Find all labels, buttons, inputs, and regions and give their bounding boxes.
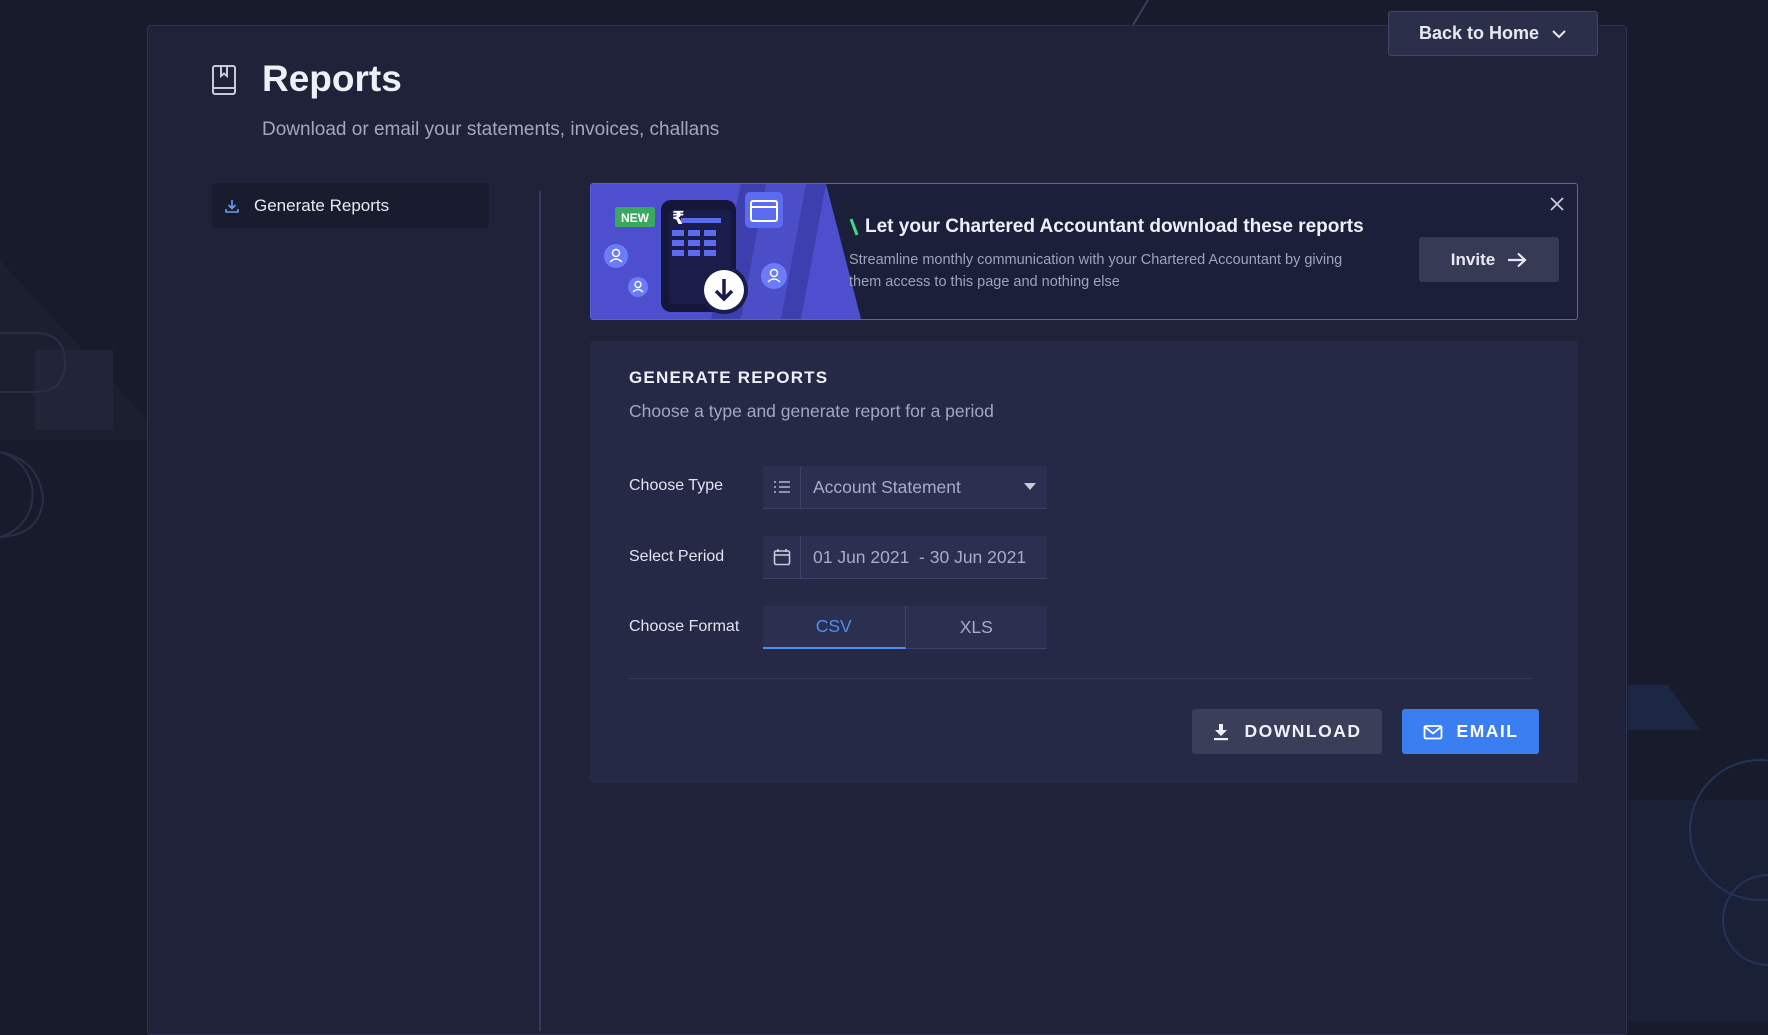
section-title: GENERATE REPORTS	[629, 368, 829, 387]
report-type-select[interactable]: Account Statement	[763, 466, 1047, 509]
choose-format-label: Choose Format	[629, 618, 740, 635]
book-icon	[212, 65, 236, 95]
period-picker[interactable]: 01 Jun 2021 - 30 Jun 2021	[763, 536, 1047, 579]
section-subtitle: Choose a type and generate report for a …	[629, 401, 994, 421]
banner-title: Let your Chartered Accountant download t…	[865, 216, 1364, 237]
download-button[interactable]: DOWNLOAD	[1192, 709, 1382, 754]
list-icon	[773, 481, 790, 493]
accent-slash-icon	[849, 218, 859, 236]
download-icon	[1213, 723, 1228, 740]
caret-down-icon	[1024, 483, 1036, 490]
format-toggle: CSV XLS	[763, 606, 1047, 649]
page-title: Reports	[262, 58, 402, 99]
format-option-xls[interactable]: XLS	[905, 606, 1047, 649]
email-button[interactable]: EMAIL	[1402, 709, 1539, 754]
choose-type-label: Choose Type	[629, 477, 723, 494]
banner-title-row: Let your Chartered Accountant download t…	[849, 216, 1364, 238]
reports-illustration: ₹ NEW	[591, 184, 861, 319]
sidebar-item-label: Generate Reports	[254, 195, 390, 215]
close-icon[interactable]	[1547, 194, 1567, 214]
select-period-label: Select Period	[629, 548, 725, 565]
back-to-home-button[interactable]: Back to Home	[1388, 11, 1598, 56]
download-label: DOWNLOAD	[1244, 721, 1362, 741]
period-value: 01 Jun 2021 - 30 Jun 2021	[813, 546, 1027, 567]
banner-description: Streamline monthly communication with yo…	[849, 252, 1343, 290]
svg-text:₹: ₹	[672, 208, 685, 229]
arrow-right-icon	[1508, 252, 1527, 267]
download-icon	[225, 199, 239, 213]
back-to-home-label: Back to Home	[1418, 23, 1540, 43]
sidebar-divider	[539, 191, 541, 1031]
report-type-value: Account Statement	[813, 476, 961, 497]
invite-button[interactable]: Invite	[1419, 237, 1559, 282]
mail-icon	[1423, 724, 1442, 739]
format-option-csv[interactable]: CSV	[763, 606, 906, 649]
generate-reports-card: GENERATE REPORTS Choose a type and gener…	[590, 341, 1578, 783]
calendar-icon	[773, 549, 790, 566]
chevron-down-icon	[1552, 29, 1566, 38]
new-badge: NEW	[621, 211, 650, 225]
email-label: EMAIL	[1456, 721, 1519, 741]
invite-label: Invite	[1450, 249, 1496, 269]
card-divider	[629, 678, 1532, 679]
ca-invite-banner: ₹ NEW Let your Chartered Accountant down…	[590, 183, 1578, 320]
page-subtitle: Download or email your statements, invoi…	[262, 119, 720, 140]
sidebar-item-generate-reports[interactable]: Generate Reports	[212, 183, 489, 228]
